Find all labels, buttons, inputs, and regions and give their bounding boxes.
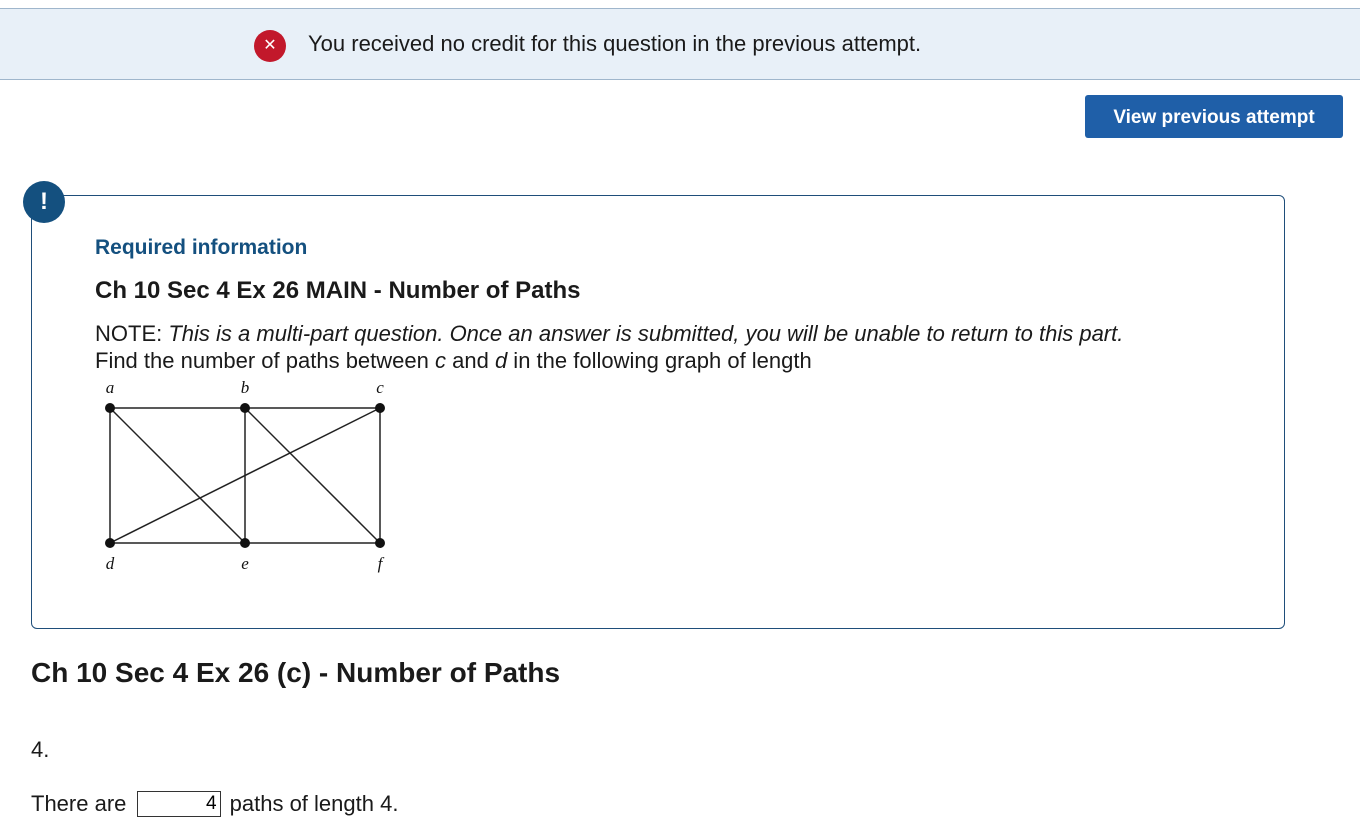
graph-vertex-d: [105, 538, 115, 548]
graph-label-d: d: [106, 554, 115, 573]
note-italic: This is a multi-part question. Once an a…: [168, 321, 1124, 346]
graph-edge-a-e: [109, 407, 246, 544]
question-number: 4.: [31, 737, 50, 762]
graph-label-e: e: [241, 554, 249, 573]
prompt-text-1: Find the number of paths between: [95, 348, 435, 373]
graph-label-a: a: [106, 380, 115, 397]
error-x-icon: ✕: [254, 30, 286, 62]
exclamation-icon: !: [23, 181, 65, 223]
previous-attempt-banner: ✕ You received no credit for this questi…: [0, 8, 1360, 80]
var-c: c: [435, 348, 446, 373]
answer-suffix: paths of length 4.: [229, 791, 399, 817]
graph-vertex-a: [105, 403, 115, 413]
note-text: NOTE: This is a multi-part question. Onc…: [95, 321, 1123, 347]
page: ✕ You received no credit for this questi…: [0, 0, 1360, 840]
view-previous-attempt-button[interactable]: View previous attempt: [1085, 95, 1343, 138]
var-d: d: [494, 348, 508, 373]
graph-vertex-b: [240, 403, 250, 413]
question-prompt: Find the number of paths between c and d…: [95, 348, 812, 374]
prompt-text-3: in the following graph of length: [507, 348, 812, 373]
graph-edge-b-f: [244, 407, 381, 544]
graph-vertex-e: [240, 538, 250, 548]
answer-line: There are paths of length 4.: [31, 790, 398, 822]
main-question-title: Ch 10 Sec 4 Ex 26 MAIN - Number of Paths: [95, 277, 581, 304]
banner-message: You received no credit for this question…: [308, 31, 922, 56]
required-information-heading: Required information: [95, 236, 308, 259]
note-prefix: NOTE:: [95, 321, 169, 346]
prompt-text-2: and: [446, 348, 495, 373]
graph-figure: a b c d e f: [105, 380, 385, 573]
graph-label-c: c: [376, 380, 384, 397]
graph-vertex-c: [375, 403, 385, 413]
graph-vertex-f: [375, 538, 385, 548]
part-title: Ch 10 Sec 4 Ex 26 (c) - Number of Paths: [31, 657, 561, 688]
answer-prefix: There are: [31, 791, 127, 817]
answer-input[interactable]: [136, 791, 221, 818]
graph-label-b: b: [241, 380, 250, 397]
graph-label-f: f: [378, 554, 385, 573]
